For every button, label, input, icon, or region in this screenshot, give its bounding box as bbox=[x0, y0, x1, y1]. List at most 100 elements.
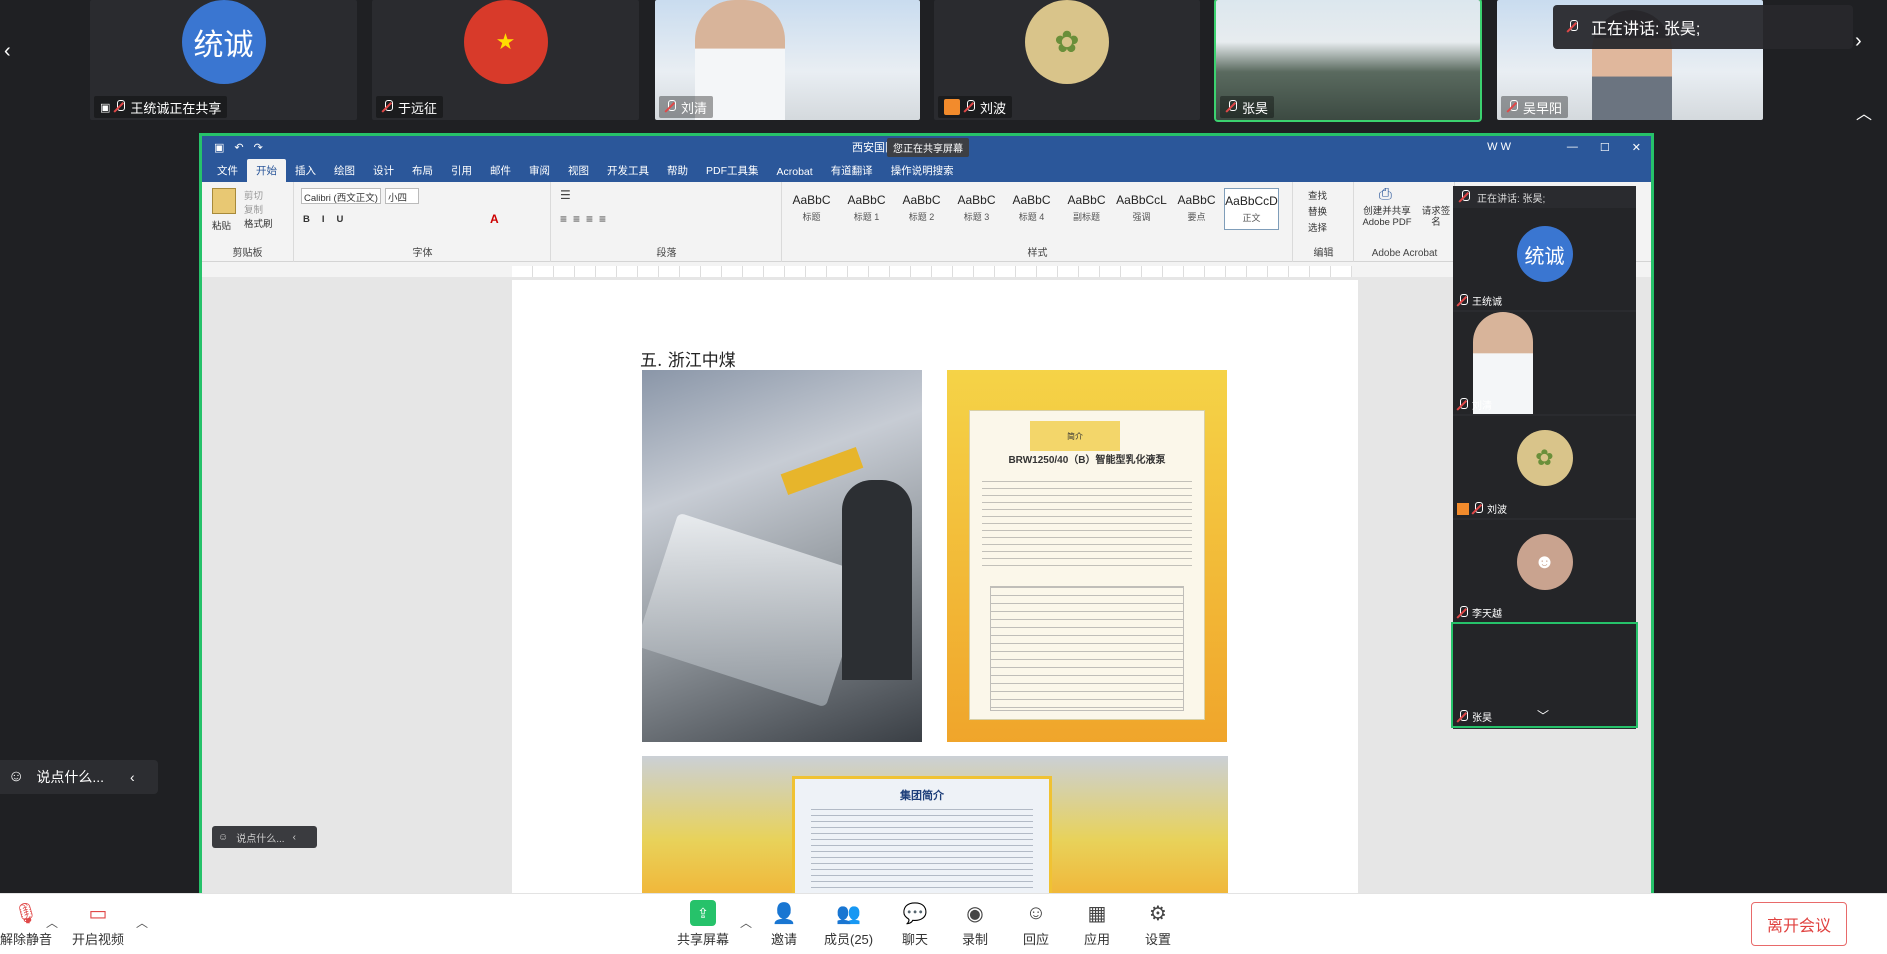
copy-button[interactable]: 复制 bbox=[244, 202, 263, 216]
select-button[interactable]: 选择 bbox=[1308, 220, 1327, 234]
replace-button[interactable]: 替换 bbox=[1308, 204, 1327, 218]
close-icon[interactable]: ✕ bbox=[1632, 141, 1641, 154]
share-options-caret[interactable]: ︿ bbox=[740, 914, 752, 931]
chat-input-small[interactable]: ☺ 说点什么... ‹ bbox=[212, 826, 317, 848]
panel-tile[interactable]: 刘清 bbox=[1453, 312, 1636, 414]
font-color-icon[interactable]: A bbox=[490, 212, 499, 226]
tab-13[interactable]: Acrobat bbox=[768, 162, 822, 182]
bullets-icon[interactable]: ☰ bbox=[560, 188, 571, 202]
paragraph-group: ☰ ≡≡≡≡ 段落 bbox=[552, 182, 782, 262]
style-item[interactable]: AaBbC 标题 2 bbox=[894, 188, 949, 230]
share-screen-button[interactable]: ⇪ 共享屏幕 bbox=[677, 900, 729, 948]
tab-14[interactable]: 有道翻译 bbox=[822, 159, 882, 182]
cut-button[interactable]: 剪切 bbox=[244, 188, 263, 202]
video-button[interactable]: ▭ 开启视频 bbox=[72, 900, 124, 948]
reply-button[interactable]: ☺ 回应 bbox=[1023, 900, 1049, 948]
style-preview: AaBbCcD bbox=[1225, 194, 1278, 208]
video-tile-active[interactable]: 张昊 bbox=[1214, 0, 1482, 122]
tab-6[interactable]: 引用 bbox=[442, 159, 481, 182]
style-name: 强调 bbox=[1132, 212, 1151, 222]
mute-options-caret[interactable]: ︿ bbox=[46, 914, 58, 931]
tab-11[interactable]: 帮助 bbox=[658, 159, 697, 182]
ribbon: 粘贴 剪切 复制 格式刷 剪贴板 Calibri (西文正文) 小四 BIU A… bbox=[202, 182, 1651, 262]
strip-right-arrow[interactable]: › bbox=[1855, 30, 1862, 53]
video-tile[interactable]: ★ 于远征 bbox=[372, 0, 639, 120]
tab-10[interactable]: 开发工具 bbox=[598, 159, 658, 182]
video-options-caret[interactable]: ︿ bbox=[136, 914, 148, 931]
tab-8[interactable]: 审阅 bbox=[520, 159, 559, 182]
members-button[interactable]: 👥 成员(25) bbox=[824, 900, 873, 948]
style-item[interactable]: AaBbCcL 强调 bbox=[1114, 188, 1169, 230]
font-size-select[interactable]: 小四 bbox=[385, 188, 419, 204]
chevron-left-icon[interactable]: ‹ bbox=[293, 832, 296, 843]
video-tile[interactable]: 统诚 ▣ 王统诚正在共享 bbox=[90, 0, 357, 120]
sharing-badge: 您正在共享屏幕 bbox=[887, 138, 969, 157]
align-icons[interactable]: ≡≡≡≡ bbox=[560, 212, 612, 226]
panel-tile-active[interactable]: 张昊 ﹀ bbox=[1451, 622, 1638, 728]
style-item[interactable]: AaBbC 要点 bbox=[1169, 188, 1224, 230]
video-tile[interactable]: ✿ 刘波 bbox=[934, 0, 1200, 120]
find-button[interactable]: 查找 bbox=[1308, 188, 1327, 202]
create-pdf-button[interactable]: 创建并共享 Adobe PDF bbox=[1357, 206, 1417, 228]
tab-3[interactable]: 绘图 bbox=[325, 159, 364, 182]
chevron-left-icon[interactable]: ‹ bbox=[130, 769, 135, 785]
apps-button[interactable]: ▦ 应用 bbox=[1084, 900, 1110, 948]
tab-1[interactable]: 开始 bbox=[247, 159, 286, 182]
save-icon[interactable]: ▣ bbox=[214, 141, 224, 154]
format-painter-button[interactable]: 格式刷 bbox=[244, 216, 273, 230]
tab-2[interactable]: 插入 bbox=[286, 159, 325, 182]
style-item[interactable]: AaBbC 标题 4 bbox=[1004, 188, 1059, 230]
mic-off-icon bbox=[1507, 100, 1519, 114]
style-item[interactable]: AaBbC 标题 3 bbox=[949, 188, 1004, 230]
record-button[interactable]: ◉ 录制 bbox=[962, 900, 988, 948]
chevron-down-icon[interactable]: ﹀ bbox=[1537, 707, 1549, 724]
style-preview: AaBbC bbox=[792, 193, 831, 207]
tab-0[interactable]: 文件 bbox=[208, 159, 247, 182]
panel-tile[interactable]: ✿ 刘波 bbox=[1453, 416, 1636, 518]
font-format-buttons[interactable]: BIU bbox=[303, 214, 355, 225]
invite-button[interactable]: 👤 邀请 bbox=[771, 900, 797, 948]
style-preview: AaBbC bbox=[1177, 193, 1216, 207]
avatar: ✿ bbox=[1025, 0, 1109, 84]
mic-off-icon bbox=[1472, 501, 1484, 516]
style-item[interactable]: AaBbC 标题 bbox=[784, 188, 839, 230]
chat-button[interactable]: 💬 聊天 bbox=[902, 900, 928, 948]
paste-button[interactable]: 粘贴 bbox=[212, 218, 231, 232]
panel-tile[interactable]: ☻ 李天越 bbox=[1453, 520, 1636, 622]
paste-icon[interactable] bbox=[212, 188, 236, 214]
style-name: 正文 bbox=[1242, 213, 1261, 223]
font-group: Calibri (西文正文) 小四 BIU A 字体 bbox=[295, 182, 551, 262]
settings-button[interactable]: ⚙ 设置 bbox=[1145, 900, 1171, 948]
strip-left-arrow[interactable]: ‹ bbox=[4, 40, 11, 63]
style-item[interactable]: AaBbC 标题 1 bbox=[839, 188, 894, 230]
tab-12[interactable]: PDF工具集 bbox=[697, 159, 768, 182]
style-preview: AaBbC bbox=[902, 193, 941, 207]
chat-input[interactable]: ☺ 说点什么... ‹ bbox=[0, 760, 158, 794]
redo-icon[interactable]: ↷ bbox=[254, 141, 263, 154]
tab-9[interactable]: 视图 bbox=[559, 159, 598, 182]
tile-label: 刘清 bbox=[1457, 397, 1492, 412]
undo-icon[interactable]: ↶ bbox=[234, 141, 243, 154]
emoji-icon[interactable]: ☺ bbox=[8, 768, 24, 786]
maximize-icon[interactable]: ☐ bbox=[1600, 141, 1610, 154]
members-icon: 👥 bbox=[836, 902, 862, 925]
font-family-select[interactable]: Calibri (西文正文) bbox=[301, 188, 381, 204]
style-item[interactable]: AaBbC 副标题 bbox=[1059, 188, 1114, 230]
flower-icon: ✿ bbox=[1054, 25, 1080, 59]
request-signature-button[interactable]: 请求签名 bbox=[1421, 206, 1451, 228]
tab-4[interactable]: 设计 bbox=[364, 159, 403, 182]
machine-shape bbox=[642, 512, 869, 708]
panel-speaking: 正在讲话: 张昊; bbox=[1453, 186, 1636, 208]
leave-meeting-button[interactable]: 离开会议 bbox=[1751, 902, 1847, 946]
collapse-strip-icon[interactable]: ︿ bbox=[1856, 100, 1872, 124]
mute-button[interactable]: 🎙 解除静音 bbox=[0, 900, 52, 948]
tab-7[interactable]: 邮件 bbox=[481, 159, 520, 182]
tab-15[interactable]: 操作说明搜索 bbox=[882, 159, 963, 182]
emoji-icon[interactable]: ☺ bbox=[218, 832, 228, 843]
video-tile[interactable]: 刘清 bbox=[655, 0, 920, 120]
pdf-icon[interactable]: ⎙ bbox=[1379, 186, 1392, 204]
minimize-icon[interactable]: — bbox=[1567, 141, 1578, 154]
style-item[interactable]: AaBbCcD 正文 bbox=[1224, 188, 1279, 230]
panel-tile[interactable]: 统诚 王统诚 bbox=[1453, 208, 1636, 310]
tab-5[interactable]: 布局 bbox=[403, 159, 442, 182]
